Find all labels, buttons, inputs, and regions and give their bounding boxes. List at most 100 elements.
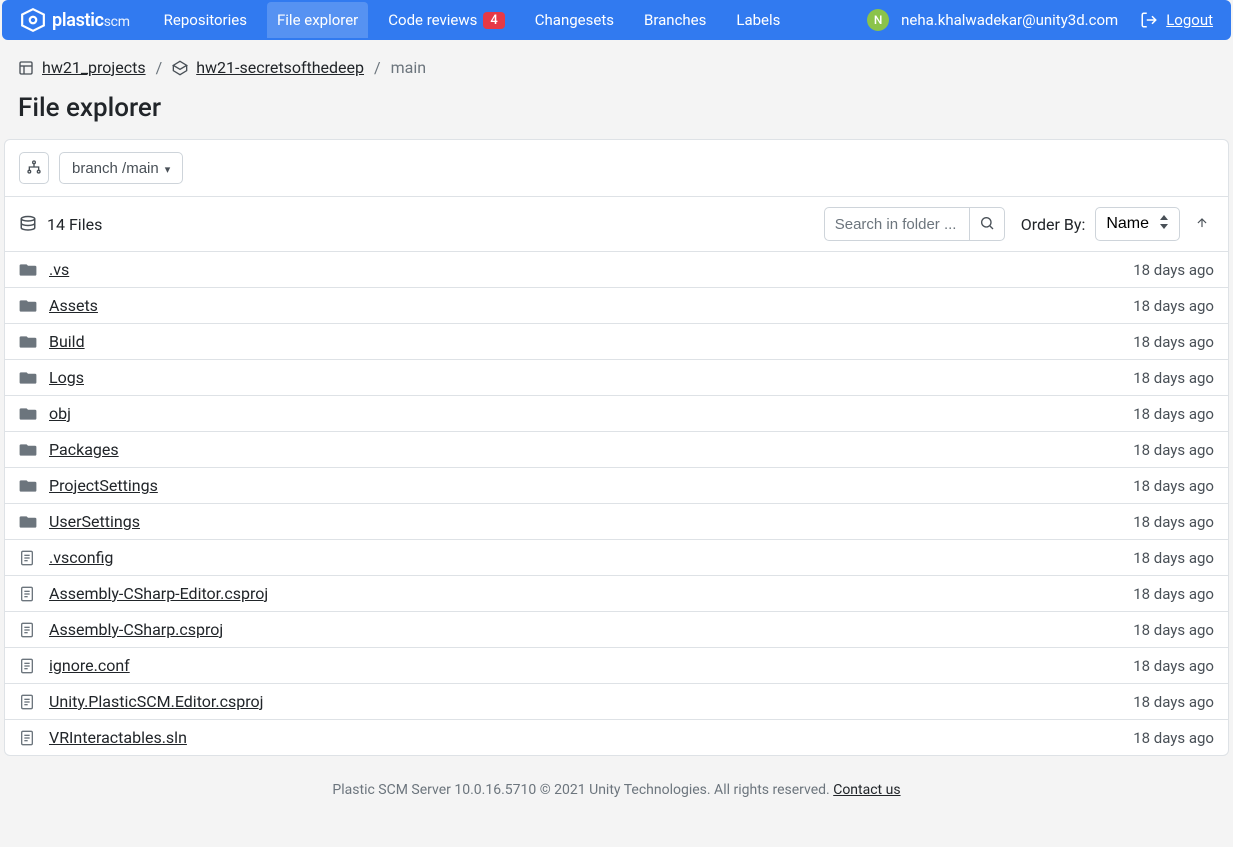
file-time: 18 days ago (1133, 693, 1214, 711)
sort-icon (1159, 215, 1169, 234)
file-name-link[interactable]: VRInteractables.sln (49, 728, 187, 747)
file-row: Assembly-CSharp-Editor.csproj18 days ago (5, 576, 1228, 612)
files-count: 14 Files (19, 215, 102, 234)
brand-name: plasticscm (52, 10, 130, 31)
file-list: .vs18 days agoAssets18 days agoBuild18 d… (5, 252, 1228, 755)
file-time: 18 days ago (1133, 621, 1214, 639)
file-name-link[interactable]: Assembly-CSharp-Editor.csproj (49, 584, 268, 603)
file-row: Logs 18 days ago (5, 360, 1228, 396)
nav-item-repositories[interactable]: Repositories (154, 2, 257, 38)
nav-item-changesets[interactable]: Changesets (525, 2, 624, 38)
order-by-select[interactable]: Name (1095, 207, 1180, 241)
nav-item-label: Branches (644, 11, 706, 29)
file-time: 18 days ago (1133, 405, 1214, 423)
repo-icon (172, 60, 188, 76)
file-name-link[interactable]: UserSettings (49, 512, 140, 531)
breadcrumb-sep: / (156, 58, 163, 77)
file-time: 18 days ago (1133, 513, 1214, 531)
breadcrumb-sep: / (374, 58, 381, 77)
chevron-down-icon (165, 160, 171, 177)
file-name-link[interactable]: Unity.PlasticSCM.Editor.csproj (49, 692, 263, 711)
nav-item-file-explorer[interactable]: File explorer (267, 2, 368, 38)
file-row: Unity.PlasticSCM.Editor.csproj 18 days ag… (5, 684, 1228, 720)
file-name-link[interactable]: .vs (49, 260, 69, 279)
search-icon (979, 215, 995, 234)
org-icon (18, 60, 34, 76)
sort-direction-button[interactable] (1190, 212, 1214, 236)
top-navbar: plasticscm Repositories File explorer Code… (2, 0, 1231, 40)
file-row: Build18 days ago (5, 324, 1228, 360)
file-icon (19, 693, 41, 711)
file-name-link[interactable]: ProjectSettings (49, 476, 158, 495)
search-button[interactable] (969, 207, 1005, 241)
order-by-label: Order By: (1021, 215, 1086, 234)
file-name-link[interactable]: Build (49, 332, 85, 351)
folder-icon (19, 443, 41, 457)
breadcrumb: hw21_projects / hw21-secretsofthedeep / … (0, 40, 1233, 83)
nav-badge: 4 (483, 12, 504, 29)
tree-view-button[interactable] (19, 152, 49, 184)
logout-link[interactable]: Logout (1140, 11, 1213, 29)
sitemap-icon (26, 159, 42, 178)
arrow-up-icon (1195, 215, 1209, 234)
file-row: Assets 18 days ago (5, 288, 1228, 324)
avatar[interactable]: N (867, 9, 889, 31)
file-time: 18 days ago (1133, 369, 1214, 387)
file-time: 18 days ago (1133, 657, 1214, 675)
nav-item-label: Code reviews (388, 11, 477, 29)
file-icon (19, 729, 41, 747)
user-area: N neha.khalwadekar@unity3d.com Logout (867, 9, 1213, 31)
file-name-link[interactable]: Assets (49, 296, 98, 315)
file-time: 18 days ago (1133, 441, 1214, 459)
logout-label: Logout (1166, 11, 1213, 29)
nav-item-branches[interactable]: Branches (634, 2, 716, 38)
file-name-link[interactable]: Packages (49, 440, 119, 459)
file-row: VRInteractables.sln18 days ago (5, 720, 1228, 755)
search-wrap (824, 207, 1005, 241)
file-name-link[interactable]: ignore.conf (49, 656, 130, 675)
logout-icon (1140, 11, 1158, 29)
branch-selector[interactable]: branch /main (59, 152, 183, 184)
search-input[interactable] (824, 207, 969, 241)
file-name-link[interactable]: Assembly-CSharp.csproj (49, 620, 223, 639)
folder-icon (19, 479, 41, 493)
nav-item-label: File explorer (277, 11, 358, 29)
database-icon (19, 215, 37, 233)
brand[interactable]: plasticscm (20, 7, 130, 33)
nav-items: Repositories File explorer Code reviews 4 Ch… (154, 2, 791, 38)
file-name-link[interactable]: Logs (49, 368, 84, 387)
file-time: 18 days ago (1133, 477, 1214, 495)
folder-icon (19, 371, 41, 385)
nav-item-label: Repositories (164, 11, 247, 29)
file-row: .vs18 days ago (5, 252, 1228, 288)
file-row: ProjectSettings 18 days ago (5, 468, 1228, 504)
nav-item-label: Changesets (535, 11, 614, 29)
file-icon (19, 621, 41, 639)
file-explorer-card: branch /main 14 Files Order By: Name (4, 139, 1229, 756)
breadcrumb-branch: main (391, 58, 426, 77)
file-name-link[interactable]: obj (49, 404, 71, 423)
footer-text: Plastic SCM Server 10.0.16.5710 © 2021 U… (332, 782, 833, 798)
breadcrumb-repo[interactable]: hw21-secretsofthedeep (172, 58, 364, 77)
folder-icon (19, 515, 41, 529)
card-toolbar: 14 Files Order By: Name (5, 197, 1228, 252)
folder-icon (19, 335, 41, 349)
file-row: UserSettings 18 days ago (5, 504, 1228, 540)
files-count-label: 14 Files (47, 215, 102, 234)
file-time: 18 days ago (1133, 297, 1214, 315)
nav-item-labels[interactable]: Labels (726, 2, 790, 38)
footer: Plastic SCM Server 10.0.16.5710 © 2021 U… (0, 756, 1233, 808)
branch-label: branch /main (72, 160, 159, 177)
contact-link[interactable]: Contact us (833, 782, 900, 798)
nav-item-code-reviews[interactable]: Code reviews 4 (378, 2, 515, 38)
breadcrumb-org[interactable]: hw21_projects (18, 58, 146, 77)
brand-logo-icon (20, 7, 46, 33)
folder-icon (19, 299, 41, 313)
card-top: branch /main (5, 140, 1228, 197)
page-title: File explorer (0, 83, 1233, 139)
file-icon (19, 549, 41, 567)
file-name-link[interactable]: .vsconfig (49, 548, 113, 567)
file-icon (19, 657, 41, 675)
file-row: Packages 18 days ago (5, 432, 1228, 468)
file-row: ignore.conf 18 days ago (5, 648, 1228, 684)
